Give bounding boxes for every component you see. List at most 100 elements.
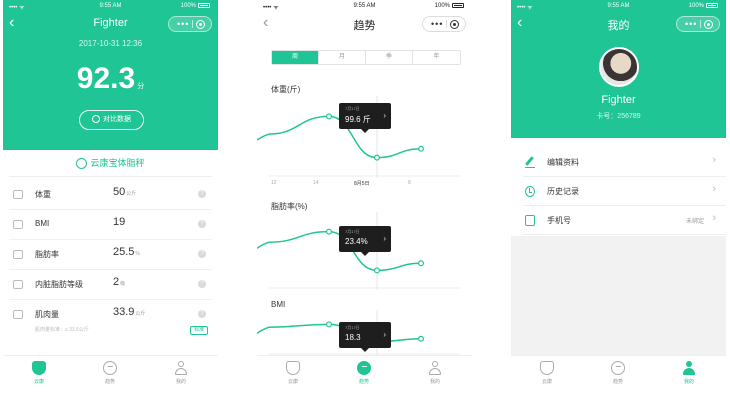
phone-icon [525, 215, 535, 226]
metric-row[interactable]: 体重 50公斤 ? [9, 180, 212, 210]
shield-icon [540, 361, 554, 375]
close-target-icon[interactable] [704, 20, 713, 29]
weight-tooltip[interactable]: 7月17日 99.6 斤 › [339, 103, 391, 133]
tab-trend[interactable]: 趋势 [334, 361, 394, 385]
x-tick: 8月5日 [354, 181, 370, 187]
trend-screen: •••• ᯤ 9:55 AM 100% ‹ 趋势 ••• 周 月 季 年 体重(… [257, 0, 472, 393]
info-icon[interactable]: ? [198, 310, 206, 318]
brand-title: 云康宝体脂秤 [3, 156, 218, 170]
menu-item-phone[interactable]: 手机号 未绑定 › [523, 206, 726, 235]
info-icon[interactable]: ? [198, 280, 206, 288]
pulse-icon [611, 361, 625, 375]
status-bar: •••• ᯤ 9:55 AM 100% [3, 0, 218, 12]
info-icon[interactable]: ? [198, 250, 206, 258]
tooltip-value: 18.3 [345, 333, 361, 342]
fat-icon [13, 250, 23, 259]
period-segmented-control: 周 月 季 年 [271, 50, 461, 65]
menu-label: 手机号 [547, 216, 571, 225]
tooltip-value: 23.4% [345, 237, 368, 246]
person-icon [428, 361, 442, 375]
segment-week[interactable]: 周 [272, 51, 319, 64]
shield-icon [32, 361, 46, 375]
muscle-icon [13, 310, 23, 319]
miniapp-capsule[interactable]: ••• [168, 16, 212, 32]
score-value: 92.3 [76, 62, 136, 95]
tab-trend[interactable]: 趋势 [588, 361, 648, 385]
canvas: •••• ᯤ 9:55 AM 100% ‹ Fighter ••• 2017-1… [0, 0, 730, 397]
metric-name: BMI [35, 219, 50, 228]
tab-profile[interactable]: 我的 [405, 361, 465, 385]
edit-icon [525, 157, 535, 168]
more-icon[interactable]: ••• [177, 19, 189, 29]
navbar: ‹ Fighter ••• [3, 12, 218, 36]
series-line-lead [257, 133, 270, 141]
tab-home[interactable]: 云康 [9, 361, 69, 385]
x-tick: 8 [408, 180, 411, 186]
x-tick: 12 [271, 180, 277, 186]
miniapp-capsule[interactable]: ••• [422, 16, 466, 32]
info-icon[interactable]: ? [198, 190, 206, 198]
metric-value: 19 [113, 216, 126, 228]
person-icon [174, 361, 188, 375]
menu-value: 未绑定 [685, 219, 704, 225]
tab-profile[interactable]: 我的 [659, 361, 719, 385]
tab-home[interactable]: 云康 [263, 361, 323, 385]
segment-month[interactable]: 月 [319, 51, 366, 64]
bmi-icon [13, 220, 23, 229]
compare-data-button[interactable]: 对比数据 [79, 110, 144, 130]
tooltip-value: 99.6 斤 [345, 115, 371, 124]
battery: 100% [181, 3, 210, 9]
tab-profile[interactable]: 我的 [151, 361, 211, 385]
navbar: ‹ 趋势 ••• [257, 12, 472, 36]
metric-name: 脂肪率 [35, 250, 59, 259]
bmi-tooltip[interactable]: 7月17日 18.3 › [339, 322, 391, 352]
body-score: 92.3 分 [3, 62, 218, 96]
info-icon[interactable]: ? [198, 220, 206, 228]
more-icon[interactable]: ••• [431, 19, 443, 29]
battery-icon [198, 3, 210, 8]
fat-tooltip[interactable]: 7月17日 23.4% › [339, 226, 391, 256]
menu-item-history[interactable]: 历史记录 › [523, 177, 726, 206]
chart-title-weight: 体重(斤) [271, 85, 301, 94]
brand-logo-icon [76, 158, 88, 170]
metric-row[interactable]: 肌肉量 33.9公斤 ? 肌肉量标准：≥ 33.6公斤 标准 [9, 300, 212, 340]
chevron-right-icon: › [383, 234, 386, 243]
clock-icon [525, 186, 535, 197]
metric-row[interactable]: BMI 19 ? [9, 210, 212, 240]
scale-icon [13, 190, 23, 199]
status-bar: •••• ᯤ 9:55 AM 100% [257, 0, 472, 12]
metric-standard-note: 肌肉量标准：≥ 33.6公斤 [35, 327, 89, 333]
more-icon[interactable]: ••• [685, 19, 697, 29]
divider [9, 176, 212, 177]
menu-item-edit-profile[interactable]: 编辑资料 › [523, 148, 726, 177]
metric-value: 25.5% [113, 246, 140, 258]
profile-menu: 编辑资料 › 历史记录 › 手机号 未绑定 › [511, 148, 726, 235]
metric-row[interactable]: 脂肪率 25.5% ? [9, 240, 212, 270]
status-bar: •••• ᯤ 9:55 AM 100% [511, 0, 726, 12]
data-point [325, 321, 332, 328]
tab-home[interactable]: 云康 [517, 361, 577, 385]
battery: 100% [689, 3, 718, 9]
tab-bar: 云康 趋势 我的 [3, 355, 218, 393]
tooltip-date: 7月17日 [345, 325, 360, 330]
chart-title-fat: 脂肪率(%) [271, 202, 308, 211]
battery-icon [706, 3, 718, 8]
chevron-right-icon: › [712, 212, 716, 224]
status-badge: 标准 [189, 326, 208, 335]
close-target-icon[interactable] [450, 20, 459, 29]
metric-value: 33.9公斤 [113, 306, 146, 318]
series-line-lead [257, 241, 270, 249]
miniapp-capsule[interactable]: ••• [676, 16, 720, 32]
empty-area [511, 236, 726, 355]
menu-label: 历史记录 [547, 187, 579, 196]
data-point [418, 145, 425, 152]
segment-year[interactable]: 年 [413, 51, 460, 64]
segment-quarter[interactable]: 季 [366, 51, 413, 64]
metric-name: 体重 [35, 190, 51, 199]
metric-list: 体重 50公斤 ? BMI 19 ? 脂肪率 25.5% ? 内脏脂肪等级 2级… [3, 180, 218, 340]
metric-row[interactable]: 内脏脂肪等级 2级 ? [9, 270, 212, 300]
close-target-icon[interactable] [196, 20, 205, 29]
tab-trend[interactable]: 趋势 [80, 361, 140, 385]
avatar[interactable] [599, 47, 639, 87]
data-point [418, 335, 425, 342]
